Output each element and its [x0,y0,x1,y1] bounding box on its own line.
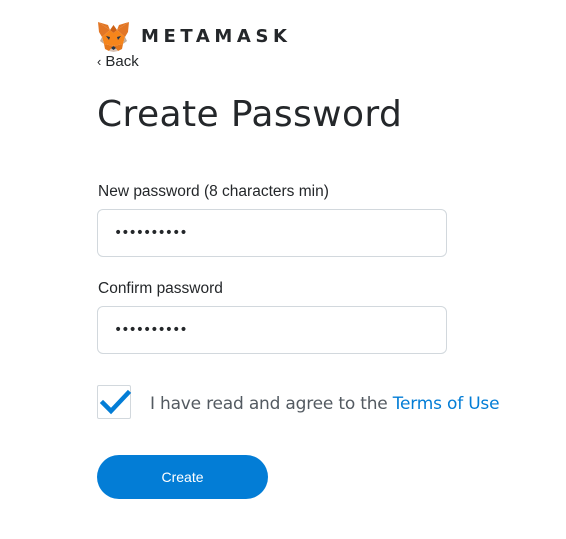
terms-checkbox[interactable] [97,385,132,419]
new-password-label: New password (8 characters min) [98,183,329,200]
metamask-fox-icon [98,22,129,52]
new-password-input[interactable] [97,209,447,257]
back-label: Back [105,53,139,70]
back-link[interactable]: ‹ Back [97,52,139,72]
brand-header: METAMASK [97,21,292,53]
chevron-left-icon: ‹ [97,54,102,69]
confirm-password-input[interactable] [97,306,447,354]
terms-agreement-text: I have read and agree to the Terms of Us… [150,392,500,416]
checkmark-icon [99,389,132,415]
create-password-page: METAMASK ‹ Back Create Password New pass… [0,0,566,539]
terms-text: I have read and agree to the [150,394,393,414]
page-title: Create Password [97,94,403,135]
terms-of-use-link[interactable]: Terms of Use [393,394,500,414]
confirm-password-label: Confirm password [98,280,223,297]
create-button[interactable]: Create [97,455,268,499]
brand-wordmark: METAMASK [141,26,292,47]
